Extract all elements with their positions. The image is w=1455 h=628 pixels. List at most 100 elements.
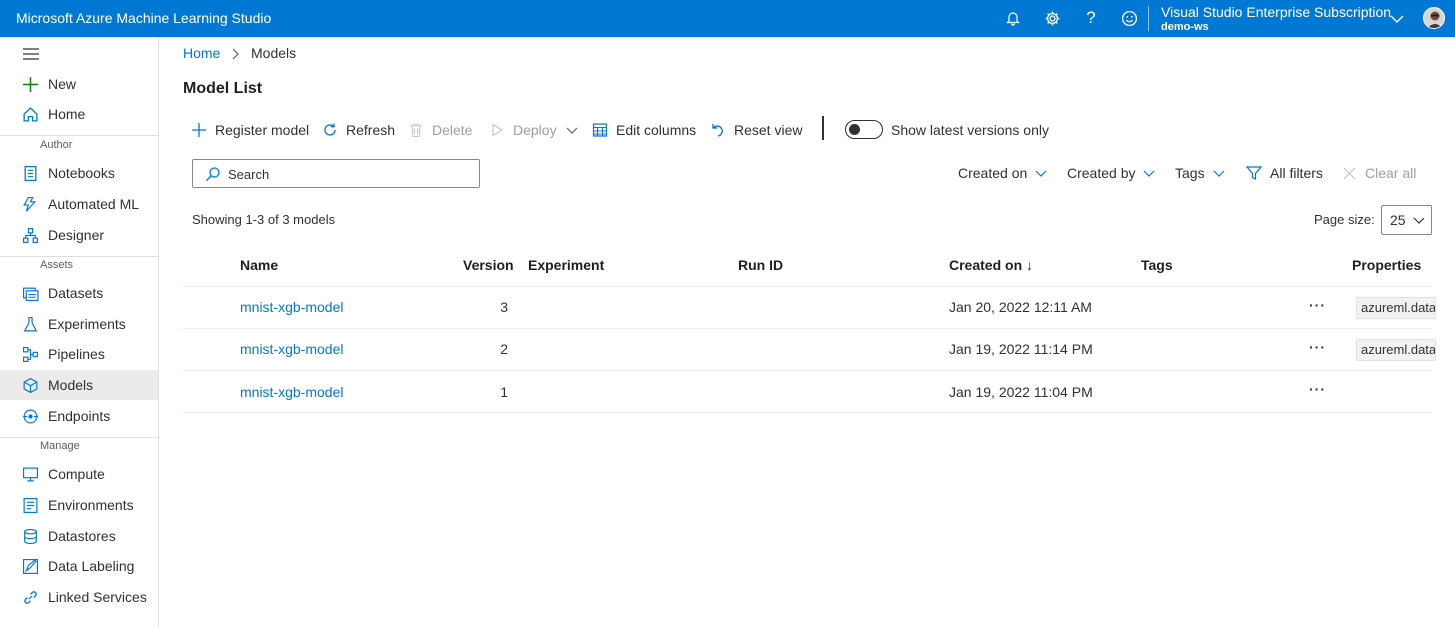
- notebook-icon: [22, 165, 39, 182]
- avatar[interactable]: [1423, 7, 1445, 29]
- more-options-button[interactable]: ···: [1309, 381, 1326, 397]
- all-filters-button[interactable]: All filters: [1246, 165, 1323, 181]
- database-icon: [22, 528, 39, 545]
- model-name-link[interactable]: mnist-xgb-model: [240, 341, 343, 357]
- register-model-button[interactable]: Register model: [191, 119, 309, 141]
- property-chip: azureml.datas: [1356, 297, 1436, 319]
- reset-view-label: Reset view: [734, 122, 803, 138]
- clear-all-label: Clear all: [1365, 165, 1417, 181]
- created-by-filter[interactable]: Created by: [1067, 165, 1155, 181]
- sidebar-item-datasets[interactable]: Datasets: [0, 278, 158, 308]
- help-icon[interactable]: ?: [1081, 8, 1101, 28]
- topbar-divider: [1148, 6, 1149, 31]
- filter-icon: [1246, 165, 1262, 181]
- sidebar-item-designer[interactable]: Designer: [0, 220, 158, 250]
- sidebar-item-label: Endpoints: [48, 408, 111, 424]
- sidebar-item-label: Automated ML: [48, 196, 140, 212]
- column-header-run-id[interactable]: Run ID: [738, 257, 783, 273]
- labeling-icon: [22, 558, 39, 575]
- register-model-label: Register model: [215, 122, 310, 138]
- environment-icon: [22, 497, 39, 514]
- workspace-name[interactable]: demo-ws: [1161, 21, 1209, 33]
- plus-icon: [22, 76, 39, 93]
- sidebar-item-linked-services[interactable]: Linked Services: [0, 582, 158, 612]
- smiley-icon[interactable]: [1119, 8, 1139, 28]
- sidebar-item-label: Datastores: [48, 528, 116, 544]
- more-options-button[interactable]: ···: [1309, 297, 1326, 313]
- sidebar-item-models[interactable]: Models: [0, 370, 158, 400]
- model-created-on: Jan 19, 2022 11:04 PM: [949, 384, 1093, 400]
- monitor-icon: [22, 466, 39, 483]
- divider: [0, 437, 158, 438]
- breadcrumb-home[interactable]: Home: [183, 45, 220, 61]
- home-icon: [22, 106, 39, 123]
- sidebar-item-compute[interactable]: Compute: [0, 459, 158, 489]
- gear-icon[interactable]: [1042, 8, 1062, 28]
- created-on-filter[interactable]: Created on: [958, 165, 1047, 181]
- endpoint-icon: [22, 408, 39, 425]
- sidebar-item-automated-ml[interactable]: Automated ML: [0, 189, 158, 219]
- chevron-down-icon[interactable]: [1387, 9, 1407, 29]
- app-title[interactable]: Microsoft Azure Machine Learning Studio: [16, 10, 271, 26]
- created-by-filter-label: Created by: [1067, 165, 1136, 181]
- section-assets: Assets: [40, 259, 74, 271]
- model-name-link[interactable]: mnist-xgb-model: [240, 384, 343, 400]
- flask-icon: [22, 316, 39, 333]
- search-input[interactable]: Search: [192, 159, 480, 188]
- created-on-filter-label: Created on: [958, 165, 1028, 181]
- delete-button[interactable]: Delete: [408, 119, 472, 141]
- model-version: 3: [500, 299, 508, 315]
- edit-columns-button[interactable]: Edit columns: [592, 119, 696, 141]
- bell-icon[interactable]: [1003, 8, 1023, 28]
- column-header-tags[interactable]: Tags: [1141, 257, 1173, 273]
- reset-view-button[interactable]: Reset view: [710, 119, 802, 141]
- sidebar-item-home[interactable]: Home: [0, 99, 158, 129]
- model-version: 2: [500, 341, 508, 357]
- sidebar-item-label: Environments: [48, 497, 134, 513]
- cube-icon: [22, 377, 39, 394]
- model-created-on: Jan 19, 2022 11:14 PM: [949, 341, 1093, 357]
- automl-icon: [22, 196, 39, 213]
- sidebar-item-environments[interactable]: Environments: [0, 490, 158, 520]
- sidebar-item-new[interactable]: New: [0, 69, 158, 99]
- link-icon: [22, 589, 39, 606]
- clear-all-button[interactable]: Clear all: [1343, 165, 1416, 181]
- subscription-name[interactable]: Visual Studio Enterprise Subscription: [1161, 4, 1391, 20]
- dataset-icon: [22, 285, 39, 302]
- sidebar-item-endpoints[interactable]: Endpoints: [0, 401, 158, 431]
- sidebar-item-datastores[interactable]: Datastores: [0, 521, 158, 551]
- sidebar-item-label: Pipelines: [48, 346, 105, 362]
- model-name-link[interactable]: mnist-xgb-model: [240, 299, 343, 315]
- property-chip: azureml.datas: [1356, 339, 1436, 361]
- search-placeholder: Search: [228, 167, 270, 182]
- sidebar-item-label: Linked Services: [48, 589, 147, 605]
- tags-filter[interactable]: Tags: [1175, 165, 1225, 181]
- top-bar: Microsoft Azure Machine Learning Studio …: [0, 0, 1455, 37]
- hamburger-icon[interactable]: [23, 47, 40, 61]
- column-header-created-on[interactable]: Created on ↓: [949, 257, 1033, 273]
- page-size-select[interactable]: 25: [1381, 205, 1432, 235]
- close-icon: [1343, 167, 1356, 180]
- sidebar-item-pipelines[interactable]: Pipelines: [0, 339, 158, 369]
- sidebar-item-label: New: [48, 76, 77, 92]
- column-header-version[interactable]: Version: [463, 257, 514, 273]
- chevron-right-icon: [231, 48, 241, 60]
- toggle-knob: [849, 124, 860, 135]
- deploy-button[interactable]: Deploy: [489, 119, 578, 141]
- page-size-label: Page size:: [1314, 212, 1375, 227]
- column-header-properties[interactable]: Properties: [1352, 257, 1421, 273]
- toggle-label: Show latest versions only: [891, 122, 1049, 138]
- model-created-on: Jan 20, 2022 12:11 AM: [949, 299, 1092, 315]
- refresh-button[interactable]: Refresh: [322, 119, 395, 141]
- more-options-button[interactable]: ···: [1309, 339, 1326, 355]
- sidebar-item-label: Designer: [48, 227, 105, 243]
- designer-icon: [22, 227, 39, 244]
- latest-versions-toggle[interactable]: [845, 120, 883, 139]
- sidebar-item-notebooks[interactable]: Notebooks: [0, 158, 158, 188]
- edit-columns-label: Edit columns: [616, 122, 697, 138]
- column-header-experiment[interactable]: Experiment: [528, 257, 604, 273]
- sidebar-item-data-labeling[interactable]: Data Labeling: [0, 551, 158, 581]
- sidebar-item-experiments[interactable]: Experiments: [0, 309, 158, 339]
- column-header-name[interactable]: Name: [240, 257, 278, 273]
- table-icon: [592, 122, 608, 138]
